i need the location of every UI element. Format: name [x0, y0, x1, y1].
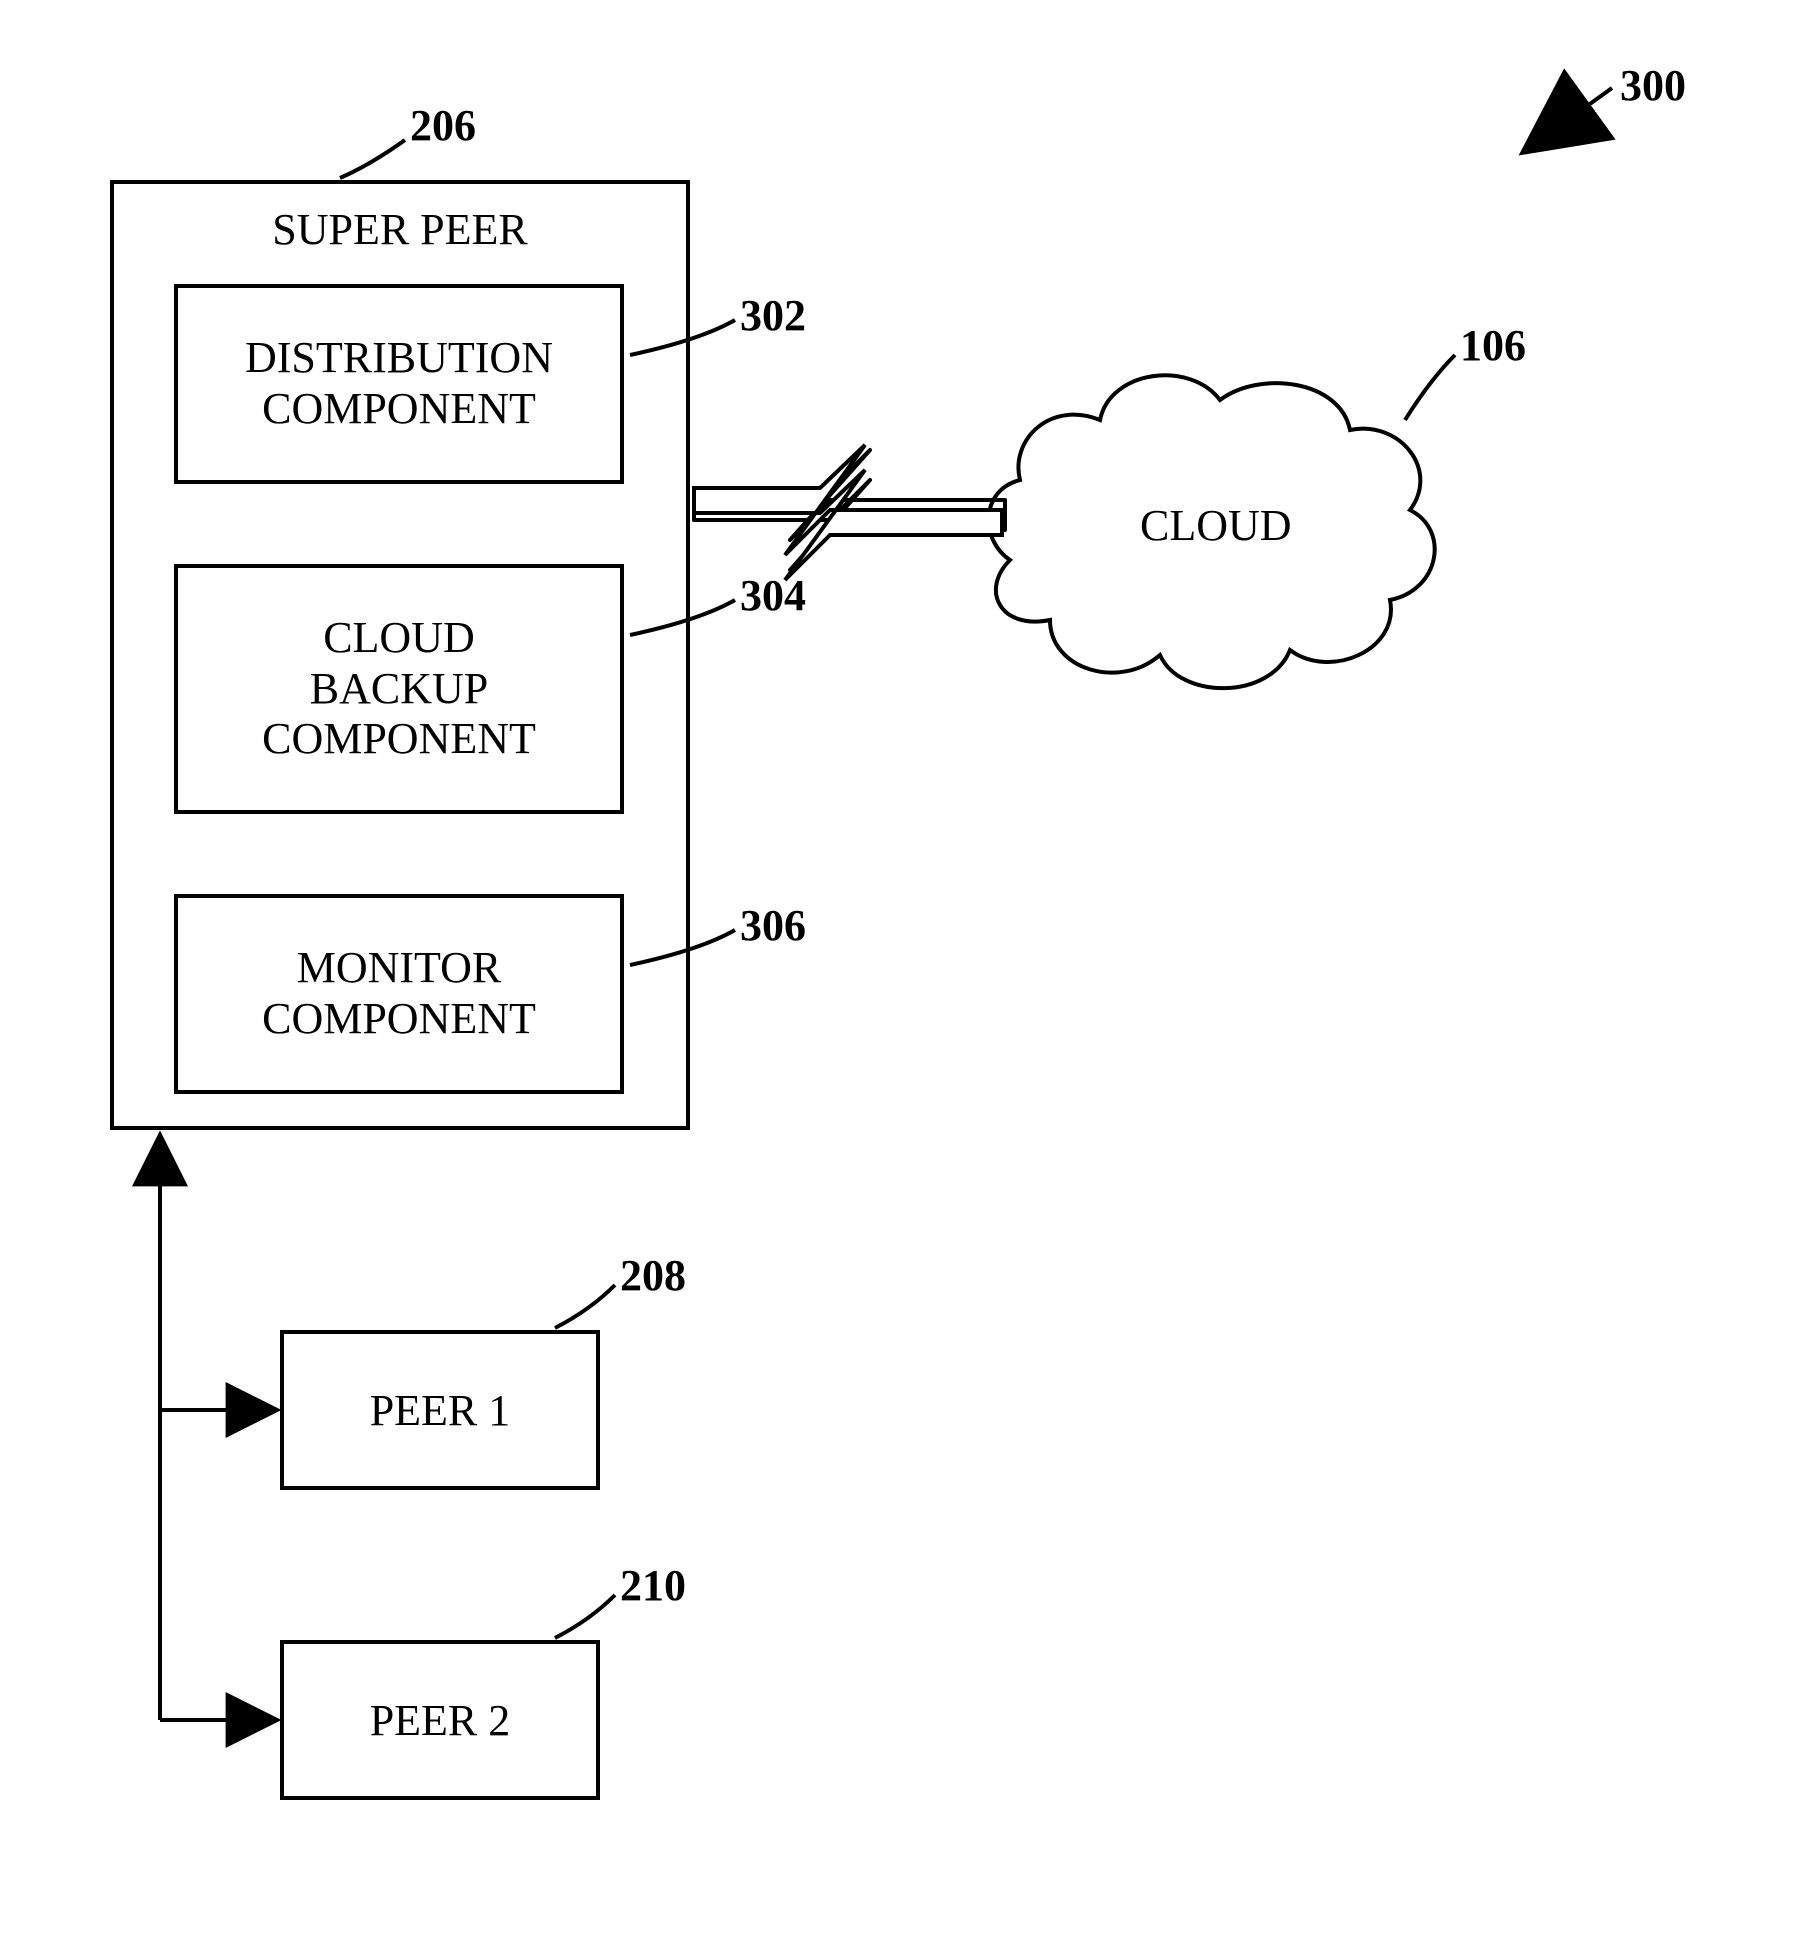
diagram-canvas: SUPER PEER DISTRIBUTION COMPONENT CLOUD … [0, 0, 1804, 1960]
peer-1-label: PEER 1 [370, 1385, 511, 1436]
peer-2-label: PEER 2 [370, 1695, 511, 1746]
distribution-component-label: DISTRIBUTION COMPONENT [245, 333, 553, 434]
ref-peer-2: 210 [620, 1560, 686, 1611]
ref-peer-1: 208 [620, 1250, 686, 1301]
peer-2-box: PEER 2 [280, 1640, 600, 1800]
monitor-component-label: MONITOR COMPONENT [262, 943, 536, 1044]
super-peer-title: SUPER PEER [114, 204, 686, 255]
cloud-label: CLOUD [1140, 500, 1292, 551]
peer-1-box: PEER 1 [280, 1330, 600, 1490]
monitor-component-box: MONITOR COMPONENT [174, 894, 624, 1094]
cloud-backup-component-box: CLOUD BACKUP COMPONENT [174, 564, 624, 814]
ref-cloud-backup: 304 [740, 570, 806, 621]
cloud-connector [694, 450, 1005, 570]
ref-distribution: 302 [740, 290, 806, 341]
ref-figure: 300 [1620, 60, 1686, 111]
ref-monitor: 306 [740, 900, 806, 951]
super-peer-box: SUPER PEER DISTRIBUTION COMPONENT CLOUD … [110, 180, 690, 1130]
distribution-component-box: DISTRIBUTION COMPONENT [174, 284, 624, 484]
ref-cloud: 106 [1460, 320, 1526, 371]
cloud-backup-component-label: CLOUD BACKUP COMPONENT [262, 613, 536, 765]
ref-super-peer: 206 [410, 100, 476, 151]
cloud-zigzag [694, 445, 1002, 580]
peer-connector [160, 1134, 276, 1720]
